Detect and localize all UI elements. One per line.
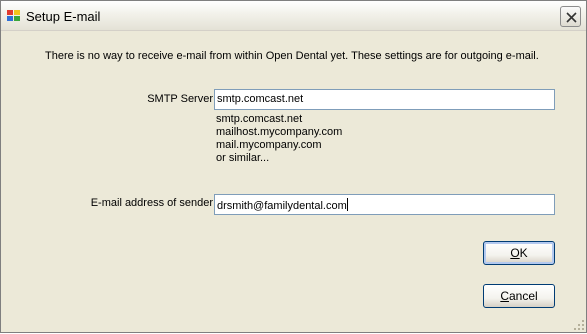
smtp-server-input[interactable]: smtp.comcast.net bbox=[214, 89, 555, 110]
smtp-server-value: smtp.comcast.net bbox=[217, 93, 304, 105]
title-bar[interactable]: Setup E-mail bbox=[1, 1, 586, 31]
cancel-button[interactable]: Cancel bbox=[483, 284, 555, 308]
setup-email-dialog: Setup E-mail There is no way to receive … bbox=[0, 0, 587, 333]
smtp-example: mail.mycompany.com bbox=[216, 139, 322, 151]
window-title: Setup E-mail bbox=[26, 9, 101, 24]
close-button[interactable] bbox=[560, 6, 581, 27]
smtp-example: or similar... bbox=[216, 152, 270, 164]
close-icon bbox=[566, 12, 577, 23]
smtp-examples: smtp.comcast.net mailhost.mycompany.com … bbox=[216, 113, 342, 165]
sender-address-input[interactable]: drsmith@familydental.com bbox=[214, 194, 555, 215]
smtp-server-label: SMTP Server bbox=[147, 93, 213, 105]
resize-grip-icon[interactable] bbox=[573, 319, 585, 331]
ok-mnemonic: O bbox=[510, 246, 520, 260]
ok-label-rest: K bbox=[519, 246, 528, 260]
application-icon bbox=[7, 10, 21, 22]
sender-address-value: drsmith@familydental.com bbox=[217, 200, 347, 212]
info-message: There is no way to receive e-mail from w… bbox=[45, 50, 539, 62]
ok-button[interactable]: OK bbox=[483, 241, 555, 265]
cancel-label-rest: ancel bbox=[508, 289, 538, 303]
sender-address-label: E-mail address of sender bbox=[90, 197, 213, 209]
text-caret bbox=[346, 198, 348, 211]
smtp-example: mailhost.mycompany.com bbox=[216, 126, 343, 138]
cancel-mnemonic: C bbox=[500, 289, 509, 303]
smtp-example: smtp.comcast.net bbox=[216, 113, 303, 125]
